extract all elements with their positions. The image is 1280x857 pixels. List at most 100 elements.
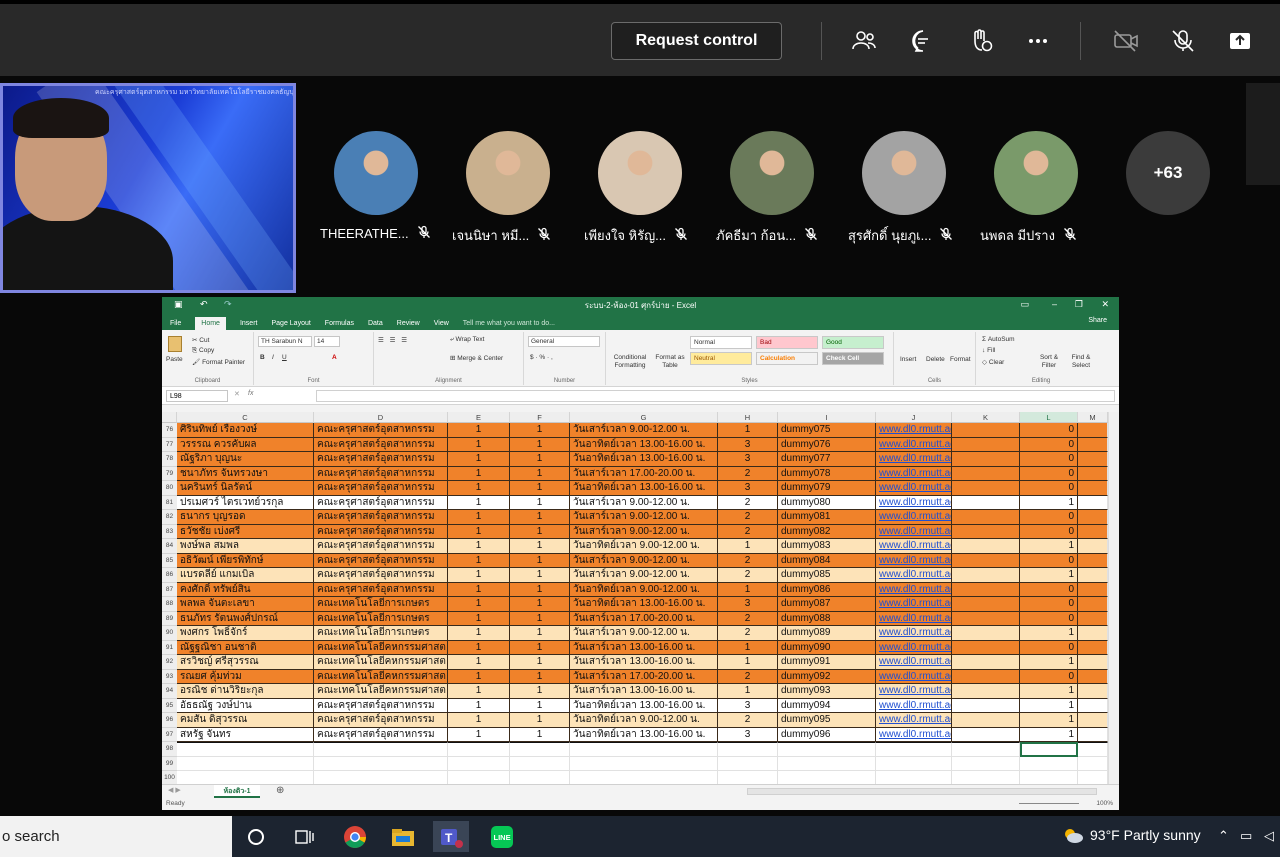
cell[interactable]: 1 — [510, 495, 570, 510]
cell-link[interactable]: www.dl0.rmutt.ac.th — [876, 655, 952, 670]
ribbon-display-icon[interactable]: ▭ — [1020, 299, 1029, 310]
volume-icon[interactable]: ◁ — [1264, 828, 1274, 844]
cell[interactable] — [952, 727, 1020, 742]
cell[interactable]: 2 — [718, 553, 778, 568]
presenter-video[interactable]: คณะครุศาสตร์อุตสาหกรรม มหาวิทยาลัยเทคโนโ… — [0, 83, 296, 293]
cell[interactable]: 1 — [510, 539, 570, 554]
cell[interactable] — [778, 756, 876, 771]
share-tray-icon[interactable] — [1225, 26, 1255, 56]
cell[interactable] — [314, 756, 448, 771]
cell[interactable] — [1078, 553, 1108, 568]
task-view-icon[interactable] — [286, 821, 322, 852]
conditional-formatting-button[interactable]: Conditional Formatting — [610, 354, 650, 370]
chat-icon[interactable] — [908, 26, 938, 56]
zoom-slider[interactable] — [1019, 803, 1079, 804]
cell[interactable]: คณะครุศาสตร์อุตสาหกรรม — [314, 539, 448, 554]
cell[interactable]: 1 — [448, 684, 510, 699]
cell[interactable]: 1 — [448, 553, 510, 568]
paste-icon[interactable] — [168, 336, 182, 352]
cell[interactable]: 1 — [510, 698, 570, 713]
cell[interactable]: 1 — [510, 423, 570, 438]
cell[interactable]: วันอาทิตย์เวลา 9.00-12.00 น. — [570, 713, 718, 728]
cell[interactable]: วันเสาร์เวลา 17.00-20.00 น. — [570, 669, 718, 684]
cell[interactable]: 1 — [448, 568, 510, 583]
cell[interactable]: วันอาทิตย์เวลา 13.00-16.00 น. — [570, 698, 718, 713]
cell[interactable] — [1078, 568, 1108, 583]
cell[interactable]: 1 — [510, 568, 570, 583]
insert-function-icon[interactable]: fx — [248, 390, 253, 397]
shared-excel-window[interactable]: ▣ ↶ ↷ ระบบ-2-ห้อง-01 ศุกร์บ่าย - Excel ▭… — [162, 297, 1119, 810]
cell[interactable]: คณะครุศาสตร์อุตสาหกรรม — [314, 698, 448, 713]
cell[interactable]: คณะครุศาสตร์อุตสาหกรรม — [314, 713, 448, 728]
row-number[interactable]: 95 — [162, 698, 177, 713]
font-name-select[interactable]: TH Sarabun N — [258, 336, 312, 347]
column-header[interactable]: G — [570, 412, 718, 423]
cell[interactable]: วันเสาร์เวลา 9.00-12.00 น. — [570, 568, 718, 583]
cut-button[interactable]: ✂ Cut — [192, 336, 209, 344]
cell-link[interactable]: www.dl0.rmutt.ac.th — [876, 452, 952, 467]
cell[interactable]: dummy081 — [778, 510, 876, 525]
cell[interactable] — [952, 524, 1020, 539]
cell-link[interactable]: www.dl0.rmutt.ac.th — [876, 684, 952, 699]
participant-avatar[interactable] — [730, 131, 814, 215]
cancel-icon[interactable]: ✕ — [234, 390, 240, 398]
cell[interactable]: dummy088 — [778, 611, 876, 626]
cell[interactable] — [952, 669, 1020, 684]
cell[interactable] — [1078, 597, 1108, 612]
participant-avatar[interactable] — [334, 131, 418, 215]
active-cell[interactable] — [1020, 742, 1078, 757]
tab-data[interactable]: Data — [368, 320, 383, 330]
cell[interactable] — [1078, 423, 1108, 438]
cell[interactable]: 1 — [448, 655, 510, 670]
cell[interactable]: dummy087 — [778, 597, 876, 612]
cell[interactable] — [1078, 524, 1108, 539]
style-normal[interactable]: Normal — [690, 336, 752, 349]
cell-link[interactable]: www.dl0.rmutt.ac.th — [876, 727, 952, 742]
cell[interactable]: คณะเทคโนโลยีคหกรรมศาสต — [314, 669, 448, 684]
undo-icon[interactable]: ↶ — [200, 299, 208, 310]
cell[interactable]: วันอาทิตย์เวลา 13.00-16.00 น. — [570, 437, 718, 452]
cell[interactable]: วันเสาร์เวลา 9.00-12.00 น. — [570, 524, 718, 539]
row-number[interactable]: 94 — [162, 684, 177, 699]
cell[interactable] — [952, 597, 1020, 612]
cell[interactable] — [1078, 626, 1108, 641]
chevron-up-icon[interactable]: ⌃ — [1218, 828, 1229, 844]
cell[interactable] — [1078, 669, 1108, 684]
cell[interactable]: คณะครุศาสตร์อุตสาหกรรม — [314, 582, 448, 597]
delete-cells-button[interactable]: Delete — [926, 356, 945, 363]
cortana-icon[interactable] — [238, 821, 274, 852]
row-number[interactable]: 86 — [162, 568, 177, 583]
wrap-text-button[interactable]: ⤶ Wrap Text — [450, 336, 484, 344]
cell[interactable]: วันเสาร์เวลา 9.00-12.00 น. — [570, 423, 718, 438]
cell[interactable]: 1 — [718, 539, 778, 554]
more-icon[interactable] — [1023, 26, 1053, 56]
camera-off-icon[interactable] — [1111, 26, 1141, 56]
cell[interactable]: dummy085 — [778, 568, 876, 583]
style-neutral[interactable]: Neutral — [690, 352, 752, 365]
cell[interactable]: 1 — [448, 510, 510, 525]
cell-link[interactable]: www.dl0.rmutt.ac.th — [876, 524, 952, 539]
cell[interactable]: สรวิชญ์ ศรีสุวรรณ — [177, 655, 314, 670]
cell[interactable]: ธนภัทร รัตนพงศ์ปกรณ์ — [177, 611, 314, 626]
cell[interactable]: คณะเทคโนโลยีคหกรรมศาสต — [314, 640, 448, 655]
cell[interactable] — [1020, 756, 1078, 771]
row-number[interactable]: 92 — [162, 655, 177, 670]
cell[interactable] — [1078, 684, 1108, 699]
cell[interactable]: พงศกร โพธิ์จักร์ — [177, 626, 314, 641]
cell[interactable]: พงษ์พล สมพล — [177, 539, 314, 554]
number-format-select[interactable]: General — [528, 336, 600, 347]
cell[interactable]: 1 — [448, 611, 510, 626]
cell[interactable]: 2 — [718, 626, 778, 641]
row-number[interactable]: 97 — [162, 727, 177, 742]
cell[interactable]: วันอาทิตย์เวลา 9.00-12.00 น. — [570, 582, 718, 597]
cell[interactable] — [952, 684, 1020, 699]
cell[interactable]: 1 — [510, 481, 570, 496]
tab-view[interactable]: View — [434, 320, 449, 330]
cell[interactable] — [952, 437, 1020, 452]
cell[interactable] — [1078, 582, 1108, 597]
cell[interactable]: 0 — [1020, 640, 1078, 655]
cell[interactable] — [1078, 495, 1108, 510]
row-number[interactable]: 98 — [162, 742, 177, 757]
cell[interactable] — [952, 495, 1020, 510]
line-icon[interactable]: LINE — [484, 821, 520, 852]
